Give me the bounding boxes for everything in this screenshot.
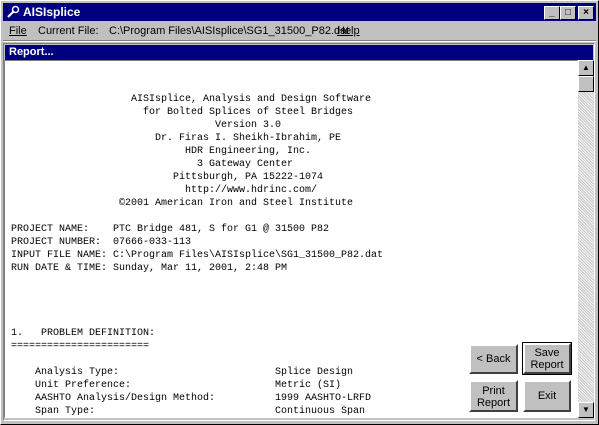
definition-line: AASHTO Analysis/Design Method: 1999 AASH… [11, 393, 372, 404]
app-wrench-icon [7, 5, 20, 18]
title-bar[interactable]: AISIsplice _ □ × [3, 3, 596, 21]
menu-separator [3, 40, 596, 42]
scroll-thumb[interactable] [578, 76, 594, 92]
save-report-button[interactable]: Save Report [522, 342, 572, 375]
definition-line: Unit Preference: Metric (SI) [11, 380, 342, 391]
window-title: AISIsplice [23, 5, 81, 19]
project-line: RUN DATE & TIME: Sunday, Mar 11, 2001, 2… [11, 263, 288, 274]
exit-button-label: Exit [537, 390, 557, 402]
main-window: AISIsplice _ □ × File Current File: C:\P… [0, 0, 599, 425]
definition-line: Analysis Type: Splice Design [11, 367, 354, 378]
header-line: HDR Engineering, Inc. [11, 146, 312, 157]
menu-file[interactable]: File [9, 25, 27, 37]
header-line: for Bolted Splices of Steel Bridges [11, 107, 354, 118]
minimize-button[interactable]: _ [544, 6, 560, 20]
save-button-line1: Save [534, 347, 560, 359]
close-button[interactable]: × [578, 6, 594, 20]
print-button-line1: Print [482, 385, 505, 397]
current-file-label: Current File: [38, 25, 99, 37]
definition-line: Span Type: Continuous Span [11, 406, 366, 417]
project-line: INPUT FILE NAME: C:\Program Files\AISIsp… [11, 250, 384, 261]
header-line: Dr. Firas I. Sheikh-Ibrahim, PE [11, 133, 342, 144]
vertical-scrollbar[interactable]: ▲ ▼ [578, 60, 594, 418]
section-rule: ======================= [11, 341, 150, 352]
print-report-button[interactable]: Print Report [469, 380, 518, 412]
current-file-path: C:\Program Files\AISIsplice\SG1_31500_P8… [109, 25, 350, 37]
report-title-bar: Report... [5, 45, 593, 61]
save-button-line2: Report [530, 359, 564, 371]
scroll-down-arrow-icon[interactable]: ▼ [578, 402, 594, 418]
project-line: PROJECT NAME: PTC Bridge 481, S for G1 @… [11, 224, 330, 235]
header-line: AISIsplice, Analysis and Design Software [11, 94, 372, 105]
header-line: ©2001 American Iron and Steel Institute [11, 198, 354, 209]
scroll-up-arrow-icon[interactable]: ▲ [578, 60, 594, 76]
header-line: Version 3.0 [11, 120, 282, 131]
report-text: AISIsplice, Analysis and Design Software… [11, 93, 384, 417]
exit-button[interactable]: Exit [523, 380, 571, 412]
header-line: http://www.hdrinc.com/ [11, 185, 318, 196]
project-line: PROJECT NUMBER: 07666-033-113 [11, 237, 192, 248]
header-line: 3 Gateway Center [11, 159, 294, 170]
header-line: Pittsburgh, PA 15222-1074 [11, 172, 324, 183]
section-heading: 1. PROBLEM DEFINITION: [11, 328, 156, 339]
back-button[interactable]: < Back [469, 344, 518, 374]
print-button-line2: Report [476, 397, 511, 409]
menu-bar: File Current File: C:\Program Files\AISI… [3, 22, 596, 40]
menu-help[interactable]: Help [337, 25, 360, 37]
maximize-button[interactable]: □ [560, 6, 576, 20]
back-button-label: < Back [476, 353, 511, 365]
report-title: Report... [9, 46, 54, 58]
